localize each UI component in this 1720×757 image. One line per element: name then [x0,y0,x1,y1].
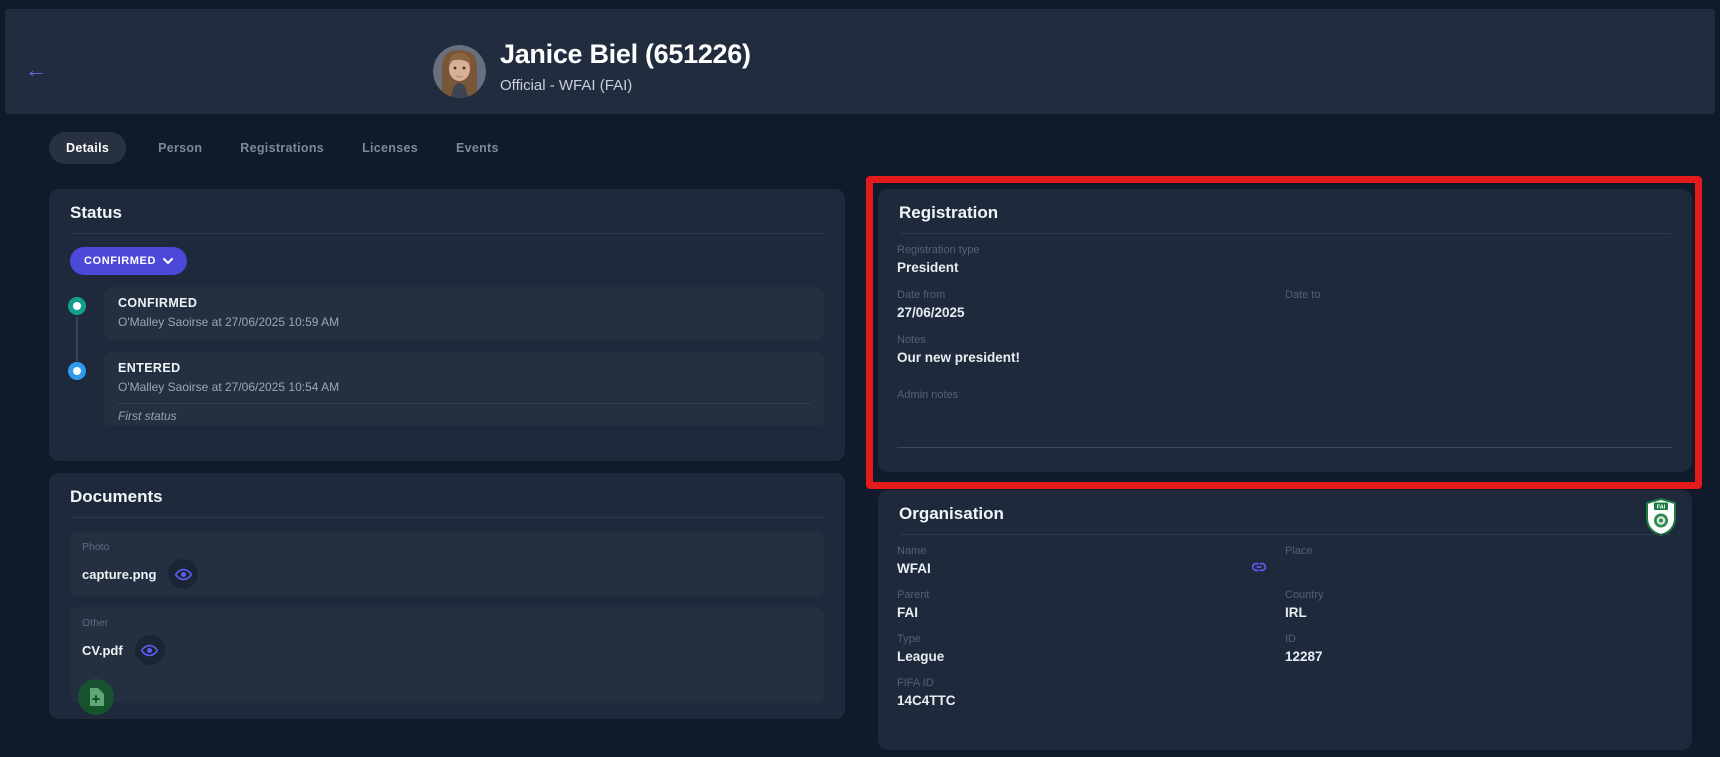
field-label: Admin notes [897,389,958,401]
tab-registrations[interactable]: Registrations [234,132,330,164]
documents-card: Documents Photo capture.png Other CV.pdf [49,473,845,719]
registration-card-title: Registration [899,203,998,223]
document-filename: CV.pdf [82,643,123,658]
header: ← Janice Biel (651226) Official - WFAI (… [5,9,1715,114]
organisation-card-title: Organisation [899,504,1004,524]
field-label: FIFA ID [897,677,956,689]
divider [899,233,1671,234]
timeline-entry: CONFIRMED O'Malley Saoirse at 27/06/2025… [104,287,824,340]
admin-notes-field[interactable]: Admin notes [897,389,958,405]
field-value: FAI [897,605,929,620]
page-subtitle: Official - WFAI (FAI) [500,77,632,94]
field-label: Date to [1285,289,1320,301]
file-plus-icon [88,688,104,706]
chevron-down-icon [163,258,173,265]
status-dropdown-button[interactable]: CONFIRMED [70,247,187,275]
tab-bar: Details Person Registrations Licenses Ev… [49,132,505,164]
field-label: ID [1285,633,1323,645]
back-button[interactable]: ← [21,55,51,85]
divider [118,403,810,404]
document-type-label: Photo [82,541,109,553]
field-label: Country [1285,589,1324,601]
timeline-dot-entered [68,362,86,380]
documents-card-title: Documents [70,487,163,507]
admin-notes-input-underline[interactable] [897,447,1672,448]
org-name-field: Name WFAI [897,545,931,576]
document-type-label: Other [82,617,108,629]
timeline-entry-by: O'Malley Saoirse at 27/06/2025 10:54 AM [118,380,339,394]
field-value: Our new president! [897,350,1020,365]
field-label: Notes [897,334,1020,346]
timeline-connector [76,317,78,361]
timeline-entry-by: O'Malley Saoirse at 27/06/2025 10:59 AM [118,315,339,329]
view-document-button[interactable] [135,635,165,665]
org-id-field: ID 12287 [1285,633,1323,664]
status-card-title: Status [70,203,122,223]
link-icon [1250,558,1268,576]
back-arrow-icon: ← [25,57,47,82]
registration-card: Registration Registration type President… [878,189,1692,472]
document-filename: capture.png [82,567,156,582]
timeline-entry-status: ENTERED [118,361,181,375]
org-type-field: Type League [897,633,944,664]
field-value: President [897,260,980,275]
field-value: 12287 [1285,649,1323,664]
divider [70,517,824,518]
status-dropdown-label: CONFIRMED [84,255,156,267]
tab-person[interactable]: Person [152,132,208,164]
tab-licenses[interactable]: Licenses [356,132,424,164]
divider [899,534,1671,535]
field-value: 27/06/2025 [897,305,965,320]
org-fifa-id-field: FIFA ID 14C4TTC [897,677,956,708]
field-label: Name [897,545,931,557]
svg-text:FAI: FAI [1657,504,1666,510]
org-country-field: Country IRL [1285,589,1324,620]
eye-icon [141,644,158,657]
org-link-button[interactable] [1248,556,1270,578]
date-from-field: Date from 27/06/2025 [897,289,965,320]
registration-type-field: Registration type President [897,244,980,275]
org-place-field: Place [1285,545,1313,561]
document-item-photo: Photo capture.png [70,531,824,597]
view-document-button[interactable] [168,559,198,589]
timeline-entry-note: First status [118,409,177,423]
field-value: WFAI [897,561,931,576]
field-value: League [897,649,944,664]
official-details-page: ← Janice Biel (651226) Official - WFAI (… [0,0,1720,757]
notes-field: Notes Our new president! [897,334,1020,365]
avatar [433,45,486,98]
tab-events[interactable]: Events [450,132,505,164]
org-parent-field: Parent FAI [897,589,929,620]
field-label: Registration type [897,244,980,256]
add-document-button[interactable] [78,679,114,715]
page-title: Janice Biel (651226) [500,39,751,70]
eye-icon [175,568,192,581]
field-value: IRL [1285,605,1324,620]
timeline-dot-confirmed [68,297,86,315]
status-card: Status CONFIRMED CONFIRMED O'Malley Saoi… [49,189,845,461]
field-label: Place [1285,545,1313,557]
tab-details[interactable]: Details [49,132,126,164]
field-label: Type [897,633,944,645]
divider [70,233,824,234]
field-label: Parent [897,589,929,601]
organisation-card: Organisation FAI Name WFAI [878,490,1692,750]
avatar-photo [433,45,486,98]
field-value: 14C4TTC [897,693,956,708]
timeline-entry: ENTERED O'Malley Saoirse at 27/06/2025 1… [104,352,824,426]
document-item-other: Other CV.pdf [70,607,824,703]
date-to-field: Date to [1285,289,1320,305]
field-label: Date from [897,289,965,301]
timeline-entry-status: CONFIRMED [118,296,197,310]
